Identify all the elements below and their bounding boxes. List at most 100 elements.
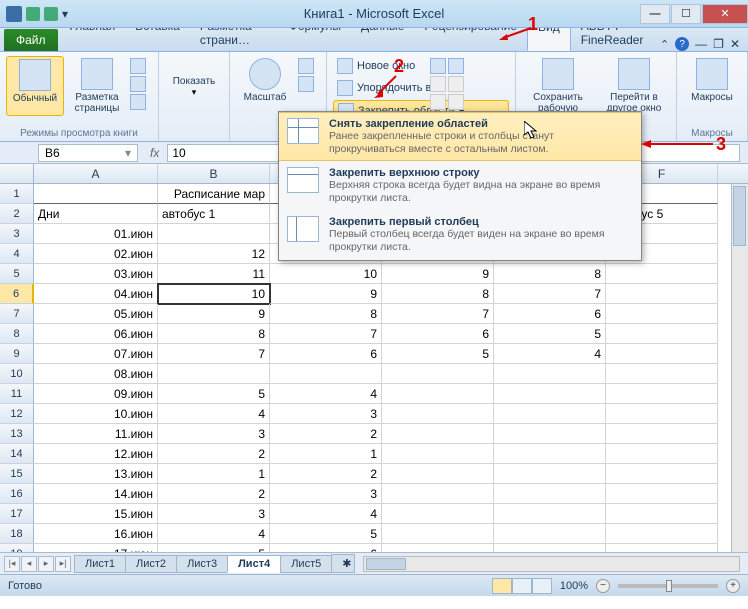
vertical-scrollbar[interactable] (731, 184, 748, 552)
cell[interactable]: 6 (494, 304, 606, 324)
cell[interactable]: 3 (270, 484, 382, 504)
cell[interactable] (606, 424, 718, 444)
cell[interactable]: 7 (382, 304, 494, 324)
row-header[interactable]: 3 (0, 224, 34, 244)
zoom-slider[interactable] (618, 584, 718, 588)
qat-dropdown-icon[interactable]: ▾ (62, 7, 68, 21)
cell[interactable] (494, 524, 606, 544)
reset-pos-icon[interactable] (448, 94, 464, 110)
sheet-nav-last[interactable]: ▸| (55, 556, 71, 572)
cell[interactable]: 02.июн (34, 244, 158, 264)
workbook-minimize-icon[interactable]: — (695, 37, 707, 51)
cell[interactable]: 14.июн (34, 484, 158, 504)
cell[interactable] (494, 484, 606, 504)
row-header[interactable]: 1 (0, 184, 34, 204)
cell[interactable]: 4 (158, 524, 270, 544)
sync-scroll-icon[interactable] (448, 76, 464, 92)
cell[interactable]: 3 (158, 504, 270, 524)
cell[interactable]: 2 (270, 424, 382, 444)
cell[interactable] (382, 504, 494, 524)
zoom-button[interactable]: Масштаб (236, 56, 294, 105)
cell[interactable]: 5 (494, 324, 606, 344)
sheet-tab-Лист5[interactable]: Лист5 (280, 555, 332, 573)
new-sheet-tab[interactable]: ✱ (331, 554, 355, 573)
cell[interactable]: 5 (270, 524, 382, 544)
sheet-nav-prev[interactable]: ◂ (21, 556, 37, 572)
cell[interactable]: Дни (34, 204, 158, 224)
cell[interactable]: 2 (158, 484, 270, 504)
cell[interactable] (382, 444, 494, 464)
custom-views-icon[interactable] (130, 76, 146, 92)
cell[interactable]: автобус 1 (158, 204, 270, 224)
freeze-top-row-item[interactable]: Закрепить верхнюю строку Верхняя строка … (279, 161, 641, 210)
horizontal-scrollbar[interactable] (363, 556, 740, 572)
row-header[interactable]: 18 (0, 524, 34, 544)
normal-view-btn[interactable] (492, 578, 512, 594)
cell[interactable]: 03.июн (34, 264, 158, 284)
cell[interactable] (606, 364, 718, 384)
zoom-slider-thumb[interactable] (666, 580, 672, 592)
row-header[interactable]: 5 (0, 264, 34, 284)
sheet-tab-Лист1[interactable]: Лист1 (74, 555, 126, 573)
cell[interactable] (606, 324, 718, 344)
cell[interactable] (494, 504, 606, 524)
cell[interactable] (606, 304, 718, 324)
view-side-icon[interactable] (448, 58, 464, 74)
row-header[interactable]: 8 (0, 324, 34, 344)
cell[interactable]: 08.июн (34, 364, 158, 384)
row-header[interactable]: 11 (0, 384, 34, 404)
cell[interactable]: 3 (158, 424, 270, 444)
fullscreen-icon[interactable] (130, 94, 146, 110)
row-header[interactable]: 15 (0, 464, 34, 484)
fx-icon[interactable]: fx (142, 146, 167, 160)
cell[interactable]: 4 (494, 344, 606, 364)
cell[interactable]: 11 (158, 264, 270, 284)
cell[interactable] (606, 404, 718, 424)
show-button[interactable]: Показать ▾ (165, 56, 223, 100)
split-icon[interactable] (430, 58, 446, 74)
cell[interactable]: 17.июн (34, 544, 158, 552)
cell[interactable]: 04.июн (34, 284, 158, 304)
zoom-out-button[interactable]: − (596, 579, 610, 593)
scrollbar-thumb[interactable] (733, 186, 746, 246)
row-header[interactable]: 7 (0, 304, 34, 324)
sheet-tab-Лист3[interactable]: Лист3 (176, 555, 228, 573)
cell[interactable]: 7 (494, 284, 606, 304)
cell[interactable] (494, 544, 606, 552)
cell[interactable] (382, 464, 494, 484)
cell[interactable]: 8 (270, 304, 382, 324)
cell[interactable]: 16.июн (34, 524, 158, 544)
file-tab[interactable]: Файл (4, 29, 58, 51)
cell[interactable] (494, 444, 606, 464)
cell[interactable]: 2 (158, 444, 270, 464)
cell[interactable] (158, 364, 270, 384)
cell[interactable] (382, 424, 494, 444)
maximize-button[interactable]: ☐ (671, 4, 701, 24)
cell[interactable]: 1 (270, 444, 382, 464)
sheet-nav-first[interactable]: |◂ (4, 556, 20, 572)
cell[interactable] (606, 384, 718, 404)
normal-view-button[interactable]: Обычный (6, 56, 64, 116)
cell[interactable]: 8 (158, 324, 270, 344)
cell[interactable] (34, 184, 158, 204)
cell[interactable] (606, 544, 718, 552)
cell[interactable] (382, 404, 494, 424)
cell[interactable] (382, 364, 494, 384)
cell[interactable]: 09.июн (34, 384, 158, 404)
cell[interactable] (606, 264, 718, 284)
cell[interactable] (382, 544, 494, 552)
cell[interactable]: 5 (382, 344, 494, 364)
cell[interactable]: 7 (270, 324, 382, 344)
cell[interactable]: 10 (270, 264, 382, 284)
row-header[interactable]: 13 (0, 424, 34, 444)
row-header[interactable]: 16 (0, 484, 34, 504)
cell[interactable]: 4 (270, 384, 382, 404)
cell[interactable] (606, 464, 718, 484)
sheet-tab-Лист2[interactable]: Лист2 (125, 555, 177, 573)
cell[interactable] (494, 464, 606, 484)
row-header[interactable]: 9 (0, 344, 34, 364)
sheet-tab-Лист4[interactable]: Лист4 (227, 555, 281, 573)
cell[interactable] (606, 444, 718, 464)
arrange-all-button[interactable]: Упорядочить все (333, 78, 509, 98)
select-all-corner[interactable] (0, 164, 34, 183)
